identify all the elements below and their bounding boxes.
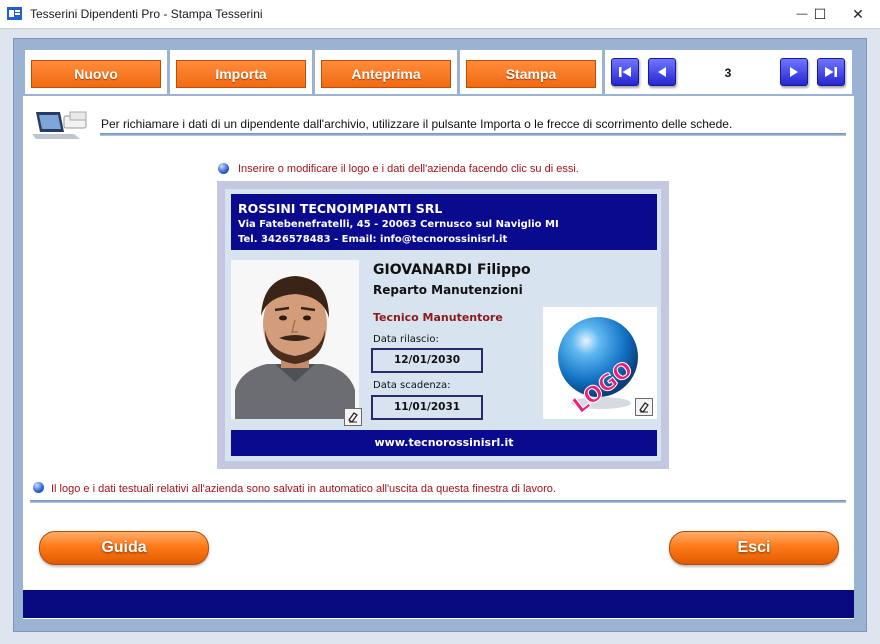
expiry-date-label: Data scadenza: [373,380,451,391]
record-navigator: 3 [605,50,852,94]
maximize-icon: ☐ [813,5,827,22]
print-button[interactable]: Stampa [466,60,596,88]
title-bar: Tesserini Dipendenti Pro - Stampa Tesser… [0,0,880,29]
company-website[interactable]: www.tecnorossinisrl.it [231,430,657,456]
toolbar-cell-print: Stampa [460,50,602,94]
eraser-icon [639,402,649,413]
import-instruction-text: Per richiamare i dati di un dipendente d… [101,117,733,131]
toolbar: Nuovo Importa Anteprima Stampa 3 [23,48,854,96]
laptop-icon [32,111,87,139]
exit-button[interactable]: Esci [669,531,839,565]
company-contacts: Tel. 3426578483 - Email: info@tecnorossi… [238,234,508,245]
help-button[interactable]: Guida [39,531,209,565]
window-title: Tesserini Dipendenti Pro - Stampa Tesser… [30,7,263,21]
eraser-icon [348,412,358,423]
previous-record-button[interactable] [648,58,676,86]
edit-hint-text: Inserire o modificare il logo e i dati d… [238,163,579,175]
company-address: Via Fatebenefratelli, 45 - 20063 Cernusc… [238,219,559,230]
import-button[interactable]: Importa [176,60,306,88]
maximize-button[interactable]: ☐ [802,0,838,28]
employee-department: Reparto Manutenzioni [373,283,523,297]
record-number: 3 [724,66,732,80]
arrow-right-icon [790,67,798,77]
close-button[interactable]: ✕ [840,0,876,28]
toolbar-cell-import: Importa [170,50,312,94]
edit-photo-button[interactable] [344,408,362,426]
arrow-left-icon [658,67,666,77]
bullet-icon [33,482,44,493]
new-button[interactable]: Nuovo [31,60,161,88]
last-record-button[interactable] [817,58,845,86]
issue-date-field: 12/01/2030 [371,348,483,373]
close-icon: ✕ [852,5,864,22]
autosave-note: Il logo e i dati testuali relativi all'a… [51,483,556,495]
divider-bottom [30,500,846,503]
toolbar-cell-new: Nuovo [25,50,167,94]
bullet-icon [218,163,229,174]
skip-last-icon [825,67,837,77]
preview-button[interactable]: Anteprima [321,60,451,88]
expiry-date-field: 11/01/2031 [371,395,483,420]
issue-date-label: Data rilascio: [373,334,439,345]
employee-name: GIOVANARDI Filippo [373,262,531,278]
company-name: ROSSINI TECNOIMPIANTI SRL [238,201,443,216]
employee-photo-image [231,260,359,419]
next-record-button[interactable] [780,58,808,86]
status-bar [23,590,854,618]
divider-top [100,133,846,136]
employee-role: Tecnico Manutentore [373,311,503,324]
company-header[interactable]: ROSSINI TECNOIMPIANTI SRL Via Fatebenefr… [231,194,657,250]
app-icon [7,7,22,20]
edit-logo-button[interactable] [635,398,653,416]
toolbar-cell-preview: Anteprima [315,50,457,94]
employee-photo[interactable] [231,260,359,419]
skip-first-icon [619,67,631,77]
first-record-button[interactable] [611,58,639,86]
